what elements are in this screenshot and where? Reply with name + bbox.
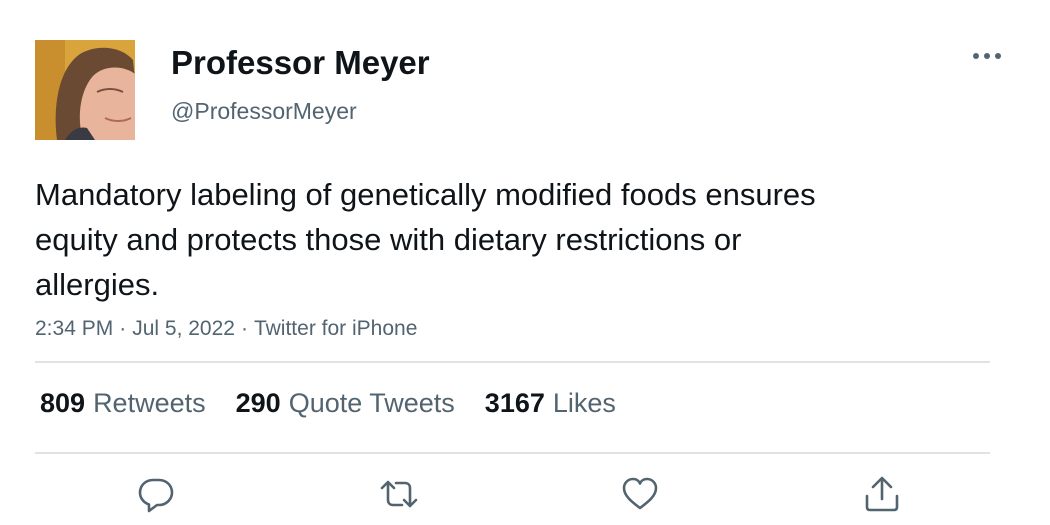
reply-button[interactable]: [136, 474, 176, 514]
tweet-metadata: 2:34 PM · Jul 5, 2022 · Twitter for iPhone: [35, 317, 417, 341]
retweets-stat[interactable]: 809 Retweets: [40, 388, 206, 419]
tweet-date[interactable]: Jul 5, 2022: [132, 317, 235, 340]
separator: ·: [240, 317, 248, 340]
avatar[interactable]: [35, 40, 135, 140]
author-handle[interactable]: @ProfessorMeyer: [171, 98, 357, 125]
quote-tweets-label: Quote Tweets: [288, 388, 455, 418]
retweet-button[interactable]: [379, 474, 419, 514]
tweet-text: Mandatory labeling of genetically modifi…: [35, 177, 816, 302]
like-button[interactable]: [620, 474, 660, 514]
divider: [35, 361, 990, 363]
more-options-button[interactable]: [966, 42, 1008, 70]
tweet-source[interactable]: Twitter for iPhone: [254, 317, 417, 340]
more-horizontal-icon: [973, 53, 1001, 59]
retweets-count: 809: [40, 388, 86, 418]
separator: ·: [119, 317, 127, 340]
heart-icon: [622, 477, 658, 510]
share-button[interactable]: [862, 474, 902, 514]
person-avatar-icon: [35, 40, 135, 140]
retweet-icon: [380, 480, 418, 508]
share-icon: [865, 476, 899, 512]
likes-label: Likes: [552, 388, 616, 418]
reply-icon: [138, 478, 174, 513]
likes-count: 3167: [484, 388, 545, 418]
quote-tweets-count: 290: [235, 388, 281, 418]
tweet-time[interactable]: 2:34 PM: [35, 317, 113, 340]
divider: [35, 452, 990, 454]
quote-tweets-stat[interactable]: 290 Quote Tweets: [236, 388, 455, 419]
author-display-name[interactable]: Professor Meyer: [171, 44, 430, 82]
likes-stat[interactable]: 3167 Likes: [485, 388, 616, 419]
retweets-label: Retweets: [93, 388, 206, 418]
engagement-stats: 809 Retweets 290 Quote Tweets 3167 Likes: [40, 388, 616, 419]
